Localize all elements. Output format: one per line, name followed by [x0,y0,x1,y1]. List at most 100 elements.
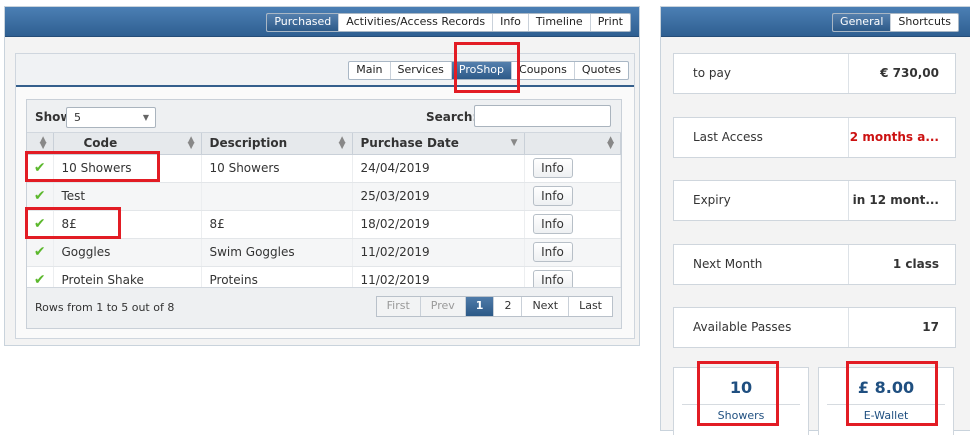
top-tab-bar: Purchased Activities/Access Records Info… [266,13,631,32]
tab-general[interactable]: General [833,14,892,31]
sort-icon: ▲ ▼ [338,135,346,151]
pager-page-1-button[interactable]: 1 [465,297,495,316]
summary-panel: General Shortcuts to pay € 730,00 Last A… [660,6,970,435]
e-wallet-balance: £ 8.00 [857,378,915,397]
stat-label: to pay [693,66,731,80]
summary-panel-header: General Shortcuts [661,7,970,37]
table-footer: Rows from 1 to 5 out of 8 First Prev 1 2… [27,287,621,328]
showers-card[interactable]: 10 Showers [673,367,809,435]
checkmark-icon: ✔ [27,154,54,183]
stat-expiry: Expiry in 12 mont... [673,180,956,221]
pager-page-2-button[interactable]: 2 [494,297,523,316]
card-divider [827,404,945,405]
cell-description: 8£ [201,210,353,239]
cell-description [201,182,353,211]
stat-value: 2 months a... [848,118,956,157]
tab-main[interactable]: Main [349,62,391,79]
info-button[interactable]: Info [532,186,573,206]
cell-purchase-date: 11/02/2019 [352,238,525,267]
table-header-row: ▲ ▼ Code ▲ ▼ Description ▲ ▼ Purchase Date ▼ ▲… [27,133,621,155]
sort-icon: ▲ ▼ [607,135,614,151]
cell-code: 8£ [53,210,202,239]
stat-value: 17 [848,308,956,347]
table-row: ✔ 8£ 8£ 18/02/2019 Info [27,210,621,239]
checkmark-icon: ✔ [27,182,54,211]
stat-label: Last Access [693,130,763,144]
tab-quotes[interactable]: Quotes [575,62,628,79]
sort-icon: ▲ ▼ [187,135,195,151]
info-button[interactable]: Info [532,242,573,262]
stat-label: Next Month [693,257,763,271]
cell-purchase-date: 18/02/2019 [352,210,525,239]
cell-description: Swim Goggles [201,238,353,267]
pager-prev-button[interactable]: Prev [420,297,466,316]
tab-activities-access-records[interactable]: Activities/Access Records [339,14,494,31]
column-header-check[interactable]: ▲ ▼ [27,133,54,155]
sort-desc-icon: ▼ [510,138,518,148]
cell-code: Test [53,182,202,211]
table-row: ✔ Test 25/03/2019 Info [27,182,621,211]
e-wallet-card[interactable]: £ 8.00 E-Wallet [818,367,954,435]
info-button[interactable]: Info [532,158,573,178]
cell-code: Goggles [53,238,202,267]
pagination: First Prev 1 2 Next Last [375,296,613,317]
sort-icon: ▲ ▼ [39,135,47,151]
tab-info[interactable]: Info [493,14,529,31]
page-size-value: 5 [74,111,81,124]
column-header-code-label: Code [83,136,118,151]
tab-purchased[interactable]: Purchased [267,14,340,31]
tab-shortcuts[interactable]: Shortcuts [891,14,958,31]
summary-tab-bar: General Shortcuts [832,13,959,32]
column-header-description-label: Description [209,136,288,151]
cell-actions: Info [524,154,621,183]
stat-available-passes: Available Passes 17 [673,307,956,348]
stat-value: € 730,00 [848,54,956,93]
stat-to-pay: to pay € 730,00 [673,53,956,94]
pager-next-button[interactable]: Next [522,297,570,316]
stat-label: Expiry [693,193,731,207]
column-header-purchase-date[interactable]: Purchase Date ▼ [352,133,525,155]
tab-print[interactable]: Print [591,14,630,31]
table-row: ✔ 10 Showers 10 Showers 24/04/2019 Info [27,154,621,183]
showers-label: Showers [717,409,765,422]
cell-description: 10 Showers [201,154,353,183]
table-toolbar: Show 5 ▼ Search: [27,100,621,133]
tab-timeline[interactable]: Timeline [529,14,591,31]
column-header-purchase-date-label: Purchase Date [360,136,459,151]
stat-next-month: Next Month 1 class [673,244,956,285]
page-size-select[interactable]: 5 ▼ [66,107,156,128]
info-button[interactable]: Info [532,214,573,234]
showers-count: 10 [729,378,753,397]
chevron-down-icon: ▼ [142,113,149,122]
search-input[interactable] [474,105,611,127]
purchases-panel: Purchased Activities/Access Records Info… [4,6,640,346]
cell-actions: Info [524,238,621,267]
e-wallet-label: E-Wallet [863,409,909,422]
card-divider [682,404,800,405]
search-label: Search: [426,110,478,124]
pager-last-button[interactable]: Last [569,297,612,316]
sub-tab-bar: Main Services ProShop Coupons Quotes [348,61,629,80]
column-header-actions[interactable]: ▲ ▼ [524,133,621,155]
tab-proshop[interactable]: ProShop [451,62,513,79]
cell-code: 10 Showers [53,154,202,183]
purchases-table-box: Show 5 ▼ Search: ▲ ▼ Code ▲ ▼ Description ▲ ▼… [26,99,622,329]
purchases-panel-header: Purchased Activities/Access Records Info… [5,7,639,37]
tab-services[interactable]: Services [391,62,452,79]
cell-actions: Info [524,182,621,211]
purchases-table: ▲ ▼ Code ▲ ▼ Description ▲ ▼ Purchase Date ▼ ▲… [27,133,621,295]
sub-tab-header: Main Services ProShop Coupons Quotes [16,54,634,87]
pager-first-button[interactable]: First [376,297,421,316]
checkmark-icon: ✔ [27,210,54,239]
stat-value: 1 class [848,245,956,284]
column-header-description[interactable]: Description ▲ ▼ [201,133,353,155]
tab-coupons[interactable]: Coupons [512,62,575,79]
checkmark-icon: ✔ [27,238,54,267]
stat-value: in 12 mont... [848,181,956,220]
column-header-code[interactable]: Code ▲ ▼ [53,133,202,155]
purchased-content-box: Main Services ProShop Coupons Quotes Sho… [15,53,635,339]
rows-info: Rows from 1 to 5 out of 8 [35,301,175,314]
stat-last-access: Last Access 2 months a... [673,117,956,158]
cell-purchase-date: 25/03/2019 [352,182,525,211]
table-row: ✔ Goggles Swim Goggles 11/02/2019 Info [27,238,621,267]
